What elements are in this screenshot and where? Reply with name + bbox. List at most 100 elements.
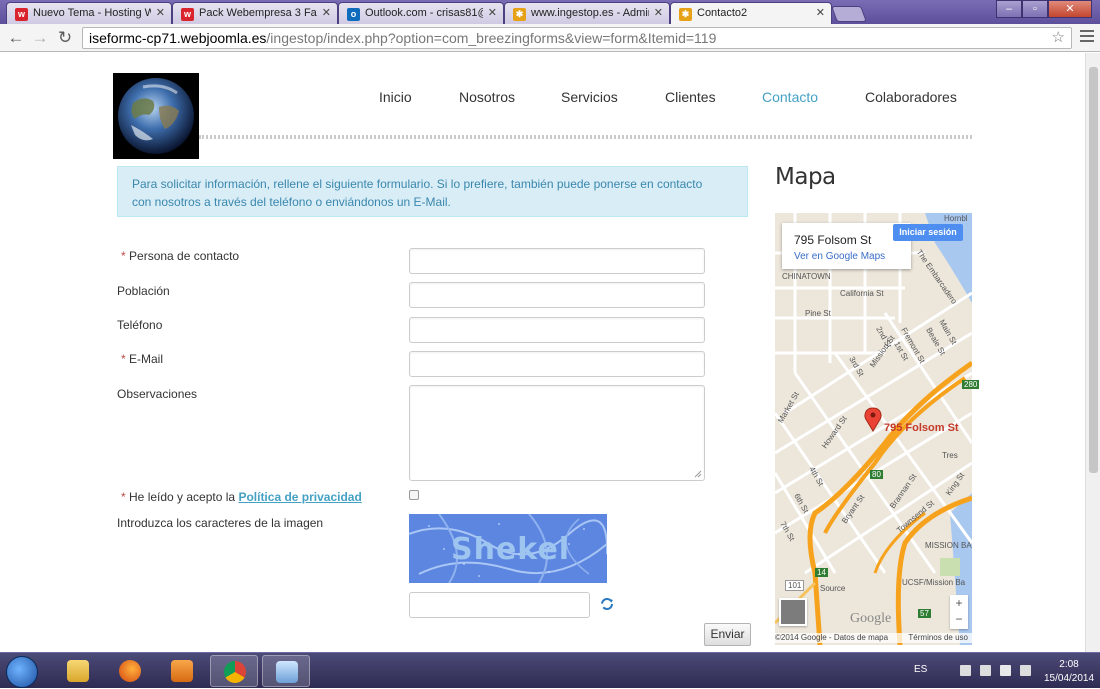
close-tab-icon[interactable]: ✕ bbox=[654, 6, 663, 19]
site-logo[interactable] bbox=[113, 73, 199, 159]
windows-taskbar: ES 2:08 15/04/2014 bbox=[0, 652, 1100, 688]
reload-icon[interactable]: ↻ bbox=[55, 28, 75, 48]
browser-tab[interactable]: o Outlook.com - crisas81@ ✕ bbox=[338, 2, 504, 24]
tab-title: www.ingestop.es - Admin bbox=[531, 7, 649, 19]
taskbar-firefox[interactable] bbox=[106, 655, 154, 687]
tab-title: Nuevo Tema - Hosting W bbox=[33, 7, 151, 19]
browser-tab[interactable]: ✱ www.ingestop.es - Admin ✕ bbox=[504, 2, 670, 24]
webempresa-icon: w bbox=[181, 8, 194, 21]
network-signal-icon[interactable] bbox=[980, 665, 991, 676]
submit-button[interactable]: Enviar bbox=[704, 623, 751, 646]
highway-shield: 280 bbox=[962, 380, 980, 389]
page-scrollbar[interactable] bbox=[1085, 53, 1100, 652]
captcha-label: Introduzca los caracteres de la imagen bbox=[117, 516, 324, 530]
captcha-text: Shekel bbox=[451, 532, 571, 567]
minimize-icon[interactable]: ‒ bbox=[996, 0, 1022, 18]
privacy-label: * He leído y acepto la Política de priva… bbox=[121, 490, 362, 504]
start-button[interactable] bbox=[6, 656, 38, 688]
close-tab-icon[interactable]: ✕ bbox=[488, 6, 497, 19]
tab-title: Outlook.com - crisas81@ bbox=[365, 7, 483, 19]
city-label: Población bbox=[117, 284, 170, 298]
scrollbar-thumb[interactable] bbox=[1089, 67, 1098, 473]
address-bar[interactable]: iseformc-cp71.webjoomla.es/ingestop/inde… bbox=[82, 27, 1072, 49]
joomla-icon: ✱ bbox=[679, 8, 692, 21]
phone-input[interactable] bbox=[409, 317, 705, 343]
highway-shield: 14 bbox=[815, 568, 828, 577]
contact-person-input[interactable] bbox=[409, 248, 705, 274]
map-terms-link[interactable]: Términos de uso bbox=[908, 633, 968, 642]
highway-shield: 101 bbox=[785, 580, 805, 591]
new-tab-button[interactable] bbox=[831, 6, 867, 22]
refresh-captcha-icon[interactable] bbox=[600, 597, 614, 611]
maximize-icon[interactable]: ▫ bbox=[1022, 0, 1048, 18]
map-street-label: Hornbl bbox=[944, 214, 968, 223]
map-street-label: CHINATOWN bbox=[782, 272, 831, 281]
nav-item-contacto[interactable]: Contacto bbox=[762, 89, 818, 105]
email-input[interactable] bbox=[409, 351, 705, 377]
bookmark-star-icon[interactable]: ☆ bbox=[1052, 28, 1065, 48]
paint-icon bbox=[276, 661, 298, 683]
taskbar-media-player[interactable] bbox=[158, 655, 206, 687]
map-street-label: Pine St bbox=[805, 309, 831, 318]
close-tab-icon[interactable]: ✕ bbox=[156, 6, 165, 19]
notes-label: Observaciones bbox=[117, 387, 198, 401]
close-tab-icon[interactable]: ✕ bbox=[322, 6, 331, 19]
window-controls: ‒ ▫ ✕ bbox=[996, 0, 1092, 19]
map-attribution: ©2014 Google - Datos de mapa bbox=[775, 633, 889, 642]
taskbar-clock[interactable]: 2:08 15/04/2014 bbox=[1044, 658, 1094, 686]
map-street-label: Tres bbox=[942, 451, 958, 460]
zoom-in-button[interactable]: + bbox=[950, 595, 968, 611]
close-tab-icon[interactable]: ✕ bbox=[816, 6, 825, 19]
tab-title: Contacto2 bbox=[697, 7, 748, 19]
browser-toolbar: ← → ↻ iseformc-cp71.webjoomla.es/ingesto… bbox=[0, 24, 1100, 52]
clock-time: 2:08 bbox=[1059, 659, 1079, 670]
zoom-out-button[interactable]: − bbox=[950, 611, 968, 627]
language-indicator[interactable]: ES bbox=[914, 664, 927, 675]
privacy-policy-link[interactable]: Política de privacidad bbox=[238, 490, 361, 504]
action-center-icon[interactable] bbox=[1000, 665, 1011, 676]
map-street-label: MISSION BA bbox=[925, 541, 972, 550]
folder-icon bbox=[67, 660, 89, 682]
city-input[interactable] bbox=[409, 282, 705, 308]
highway-shield: 80 bbox=[870, 470, 883, 479]
browser-tab-active[interactable]: ✱ Contacto2 ✕ bbox=[670, 2, 832, 24]
browser-tab[interactable]: w Pack Webempresa 3 Favor ✕ bbox=[172, 2, 338, 24]
forward-icon[interactable]: → bbox=[30, 28, 50, 48]
map-signin-button[interactable]: Iniciar sesión bbox=[893, 224, 963, 241]
back-icon[interactable]: ← bbox=[6, 28, 26, 48]
volume-icon[interactable] bbox=[1020, 665, 1031, 676]
map-street-label: California St bbox=[840, 289, 884, 298]
captcha-image: Shekel bbox=[409, 514, 607, 583]
nav-item-colaboradores[interactable]: Colaboradores bbox=[865, 89, 957, 105]
map-zoom-control: + − bbox=[950, 595, 968, 629]
browser-tab[interactable]: w Nuevo Tema - Hosting W ✕ bbox=[6, 2, 172, 24]
label-text: Persona de contacto bbox=[129, 249, 240, 263]
nav-item-nosotros[interactable]: Nosotros bbox=[459, 89, 515, 105]
view-in-google-maps-link[interactable]: Ver en Google Maps bbox=[794, 251, 885, 262]
media-player-icon bbox=[171, 660, 193, 682]
contact-person-label: * Persona de contacto bbox=[121, 249, 239, 263]
taskbar-paint[interactable] bbox=[262, 655, 310, 687]
clock-date: 15/04/2014 bbox=[1044, 673, 1095, 684]
map-street-label: Source bbox=[820, 584, 846, 593]
nav-item-servicios[interactable]: Servicios bbox=[561, 89, 618, 105]
nav-item-inicio[interactable]: Inicio bbox=[379, 89, 412, 105]
menu-icon[interactable] bbox=[1080, 30, 1094, 45]
required-mark: * bbox=[121, 352, 126, 366]
taskbar-explorer[interactable] bbox=[54, 655, 102, 687]
label-text: He leído y acepto la bbox=[129, 490, 236, 504]
captcha-input[interactable] bbox=[409, 592, 590, 618]
nav-item-clientes[interactable]: Clientes bbox=[665, 89, 716, 105]
resize-handle-icon[interactable] bbox=[694, 470, 702, 478]
required-mark: * bbox=[121, 249, 126, 263]
satellite-toggle[interactable] bbox=[779, 598, 807, 626]
tab-title: Pack Webempresa 3 Favor bbox=[199, 7, 317, 19]
system-tray: ES 2:08 15/04/2014 bbox=[900, 653, 1100, 689]
map-footer: ©2014 Google - Datos de mapa Términos de… bbox=[775, 633, 972, 643]
header-divider bbox=[199, 135, 972, 139]
notes-textarea[interactable] bbox=[409, 385, 705, 481]
taskbar-chrome[interactable] bbox=[210, 655, 258, 687]
battery-icon[interactable] bbox=[960, 665, 971, 676]
close-window-icon[interactable]: ✕ bbox=[1048, 0, 1092, 18]
privacy-checkbox[interactable] bbox=[409, 490, 419, 500]
